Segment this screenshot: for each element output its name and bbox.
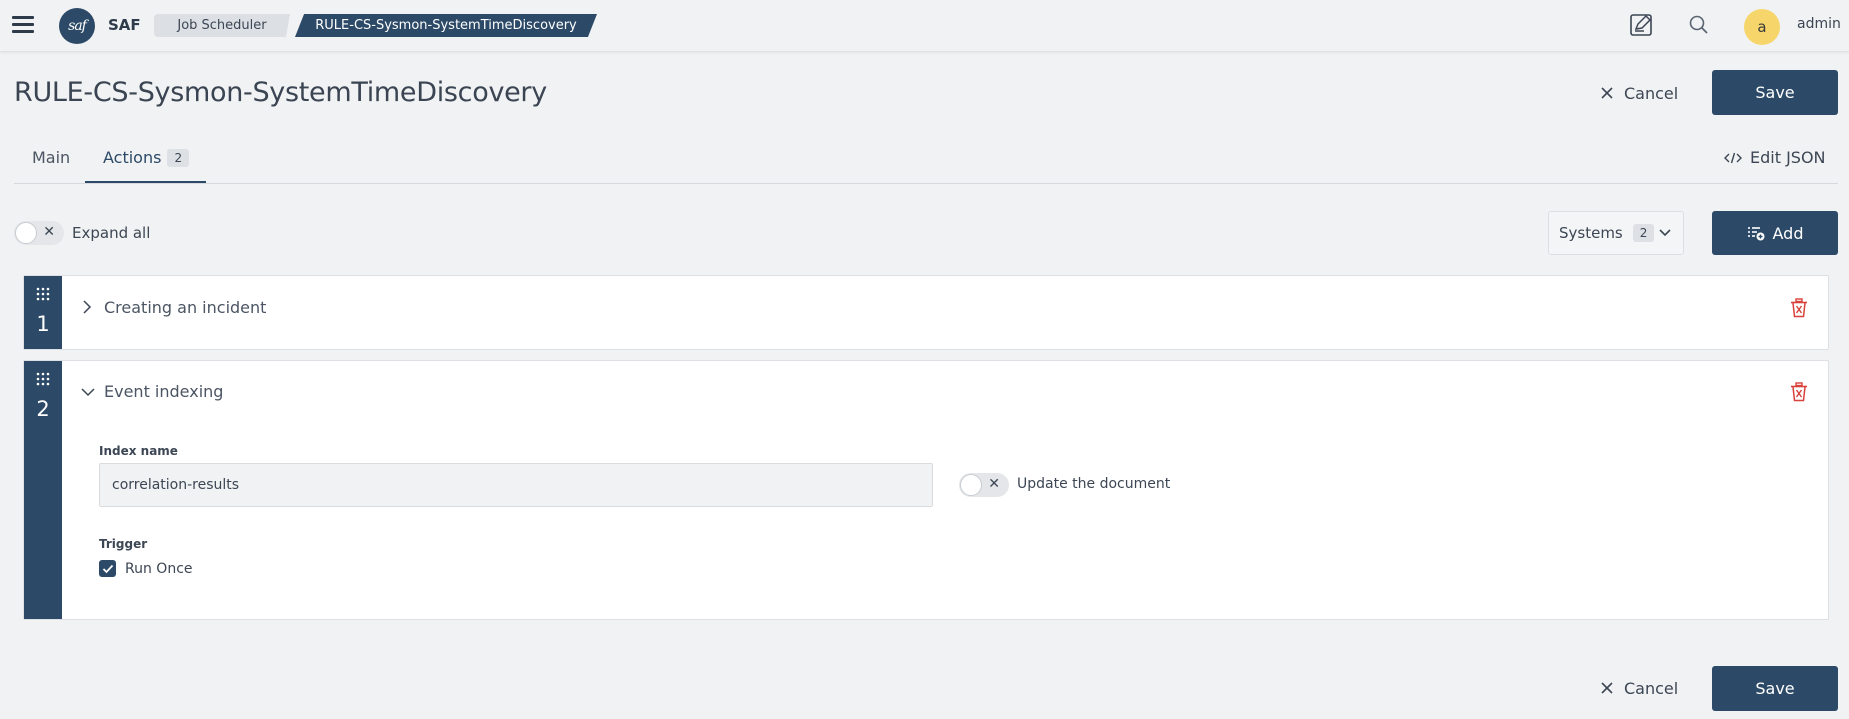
footer-cancel-button[interactable]: Cancel <box>1600 674 1678 702</box>
run-once-label[interactable]: Run Once <box>125 561 193 577</box>
cancel-button[interactable]: Cancel <box>1600 79 1678 107</box>
expand-all-label: Expand all <box>72 224 151 242</box>
avatar[interactable]: a <box>1744 9 1780 45</box>
action-title[interactable]: Event indexing <box>104 382 223 401</box>
systems-count: 2 <box>1632 224 1655 242</box>
tab-actions-count: 2 <box>167 149 190 167</box>
top-bar: saf SAF Job Scheduler RULE-CS-Sysmon-Sys… <box>0 0 1849 52</box>
chevron-down-icon[interactable] <box>80 385 96 399</box>
trash-icon[interactable] <box>1790 382 1808 402</box>
cancel-label: Cancel <box>1624 83 1679 103</box>
expand-all-toggle[interactable]: ✕ <box>14 221 64 245</box>
drag-grip-icon <box>36 287 50 301</box>
breadcrumb-job-scheduler[interactable]: Job Scheduler <box>154 14 290 37</box>
action-number: 2 <box>36 397 50 421</box>
toggle-knob <box>960 474 982 496</box>
systems-dropdown[interactable]: Systems 2 <box>1548 211 1684 255</box>
search-icon[interactable] <box>1686 12 1712 38</box>
run-once-checkbox[interactable] <box>99 560 116 577</box>
drag-handle[interactable]: 2 <box>24 361 62 619</box>
chevron-down-icon <box>1659 229 1671 237</box>
username[interactable]: admin <box>1797 16 1841 32</box>
close-icon <box>1601 682 1613 694</box>
systems-label: Systems <box>1559 224 1623 242</box>
toggle-off-icon: ✕ <box>988 476 1000 492</box>
saf-logo[interactable]: saf <box>59 8 95 44</box>
tab-actions[interactable]: Actions 2 <box>103 148 190 167</box>
menu-icon[interactable] <box>12 16 34 34</box>
add-list-icon <box>1747 227 1764 241</box>
tab-bar: Main Actions 2 <box>14 142 1838 184</box>
toggle-knob <box>15 222 37 244</box>
drag-grip-icon <box>36 372 50 386</box>
cancel-label: Cancel <box>1624 678 1679 698</box>
edit-json-label: Edit JSON <box>1750 148 1826 167</box>
breadcrumb-current-rule: RULE-CS-Sysmon-SystemTimeDiscovery <box>295 14 597 37</box>
chevron-right-icon[interactable] <box>80 299 94 315</box>
footer-save-button[interactable]: Save <box>1712 666 1838 711</box>
trigger-label: Trigger <box>99 537 148 551</box>
add-action-button[interactable]: Add <box>1712 211 1838 255</box>
brand-name: SAF <box>108 16 141 34</box>
notes-icon[interactable] <box>1629 12 1655 38</box>
edit-json-button[interactable]: Edit JSON <box>1724 148 1826 167</box>
action-card: 2 Event indexing Index name ✕ Update the… <box>23 360 1829 620</box>
action-title[interactable]: Creating an incident <box>104 298 266 317</box>
page-title: RULE-CS-Sysmon-SystemTimeDiscovery <box>14 77 547 108</box>
save-button[interactable]: Save <box>1712 70 1838 115</box>
add-label: Add <box>1772 223 1804 243</box>
check-icon <box>102 564 113 573</box>
active-tab-indicator <box>85 181 206 183</box>
action-card: 1 Creating an incident <box>23 275 1829 350</box>
tab-actions-label: Actions <box>103 148 162 167</box>
tab-main-label: Main <box>32 148 71 167</box>
update-document-label: Update the document <box>1017 476 1171 492</box>
tab-main[interactable]: Main <box>32 148 70 167</box>
trash-icon[interactable] <box>1790 298 1808 318</box>
index-name-input[interactable] <box>99 463 933 507</box>
close-icon <box>1601 87 1613 99</box>
code-icon <box>1724 152 1742 163</box>
drag-handle[interactable]: 1 <box>24 276 62 349</box>
index-name-label: Index name <box>99 444 178 458</box>
update-document-toggle[interactable]: ✕ <box>959 473 1009 497</box>
toggle-off-icon: ✕ <box>43 224 55 240</box>
action-number: 1 <box>36 312 50 336</box>
